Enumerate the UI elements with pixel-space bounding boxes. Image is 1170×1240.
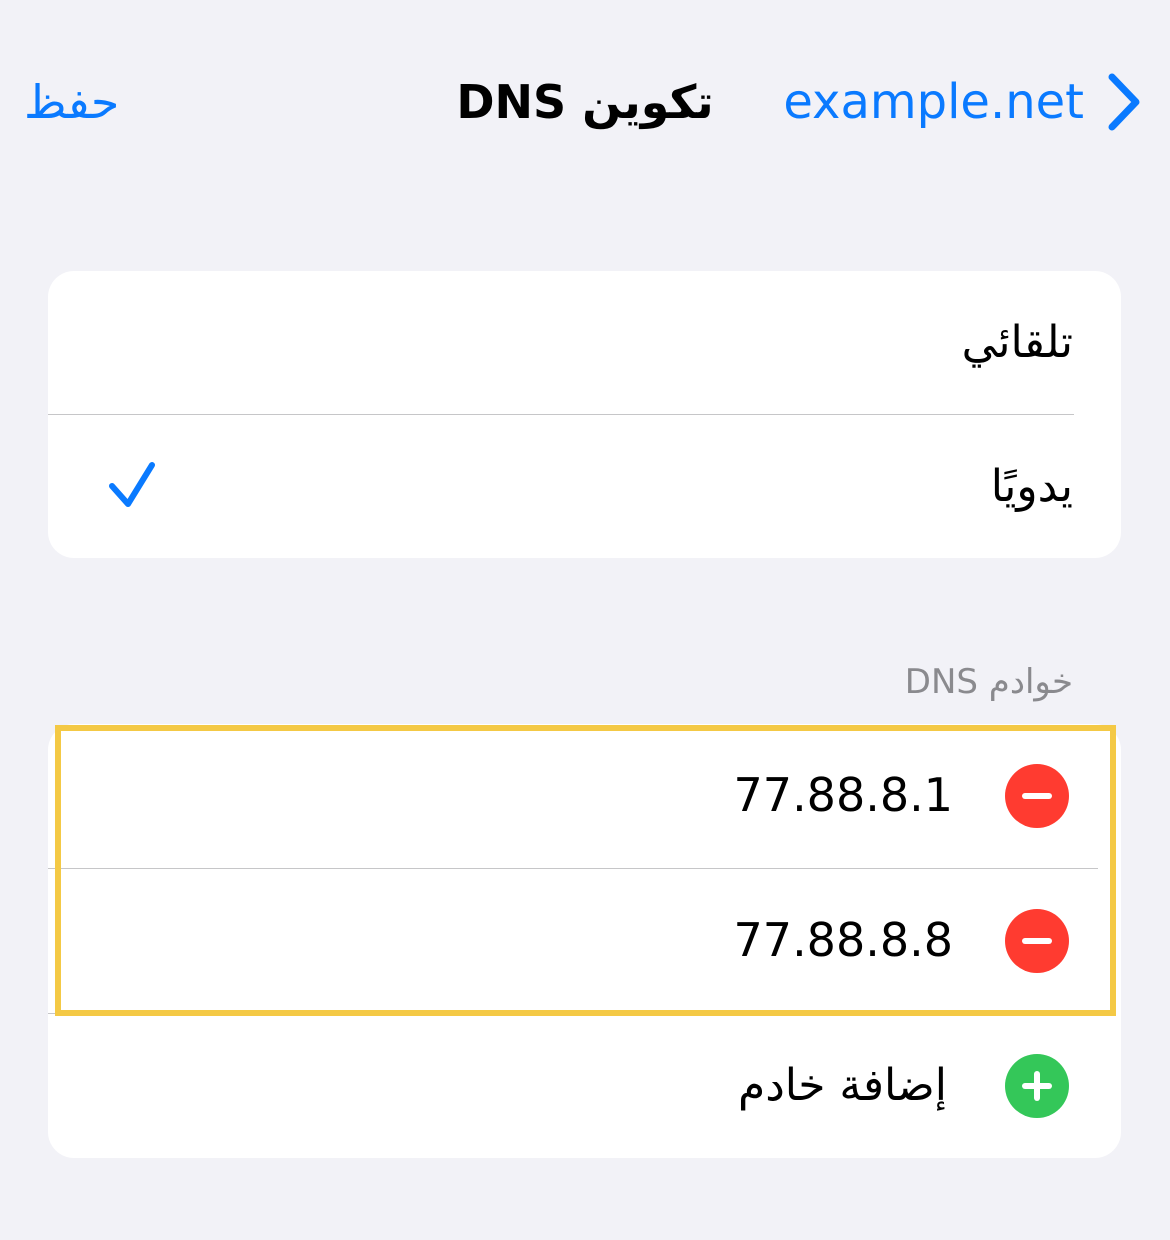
remove-server-button[interactable] — [1005, 764, 1069, 828]
minus-icon — [1022, 938, 1052, 944]
chevron-right-icon — [1108, 73, 1140, 131]
minus-icon — [1022, 793, 1052, 799]
section-header-dns-servers: خوادم DNS — [904, 662, 1073, 702]
checkmark-icon — [109, 462, 155, 507]
server-address[interactable]: 77.88.8.8 — [734, 869, 953, 1012]
dns-mode-group: تلقائي يدويًا — [48, 271, 1121, 558]
mode-option-label: تلقائي — [961, 317, 1073, 368]
navigation-bar: حفظ تكوين DNS example.net — [0, 0, 1170, 200]
add-server-row[interactable]: إضافة خادم — [48, 1014, 1121, 1157]
mode-option-label: يدويًا — [990, 461, 1073, 512]
server-row: 77.88.8.1 — [48, 724, 1121, 867]
plus-icon-vertical — [1034, 1071, 1040, 1101]
back-button[interactable]: example.net — [783, 62, 1142, 142]
back-button-label: example.net — [783, 74, 1084, 130]
save-button[interactable]: حفظ — [24, 62, 119, 142]
dns-servers-group: 77.88.8.1 77.88.8.8 إضافة خادم — [48, 724, 1121, 1158]
mode-option-automatic[interactable]: تلقائي — [48, 271, 1121, 414]
server-row: 77.88.8.8 — [48, 869, 1121, 1012]
add-server-button[interactable] — [1005, 1054, 1069, 1118]
server-address[interactable]: 77.88.8.1 — [734, 724, 953, 867]
add-server-label: إضافة خادم — [737, 1060, 947, 1111]
remove-server-button[interactable] — [1005, 909, 1069, 973]
mode-option-manual[interactable]: يدويًا — [48, 415, 1121, 558]
page-title: تكوين DNS — [456, 75, 714, 129]
